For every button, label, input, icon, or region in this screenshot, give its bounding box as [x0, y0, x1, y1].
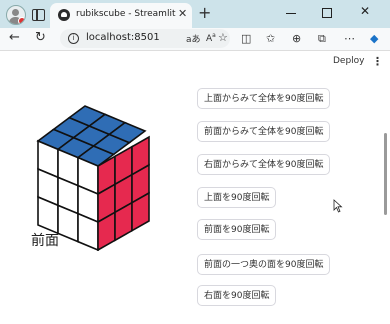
- extensions-icon[interactable]: ⊕: [292, 32, 301, 45]
- rotate-button-2[interactable]: 前面からみて全体を90度回転: [197, 121, 331, 142]
- deploy-button[interactable]: Deploy: [333, 56, 365, 66]
- refresh-icon[interactable]: ↻: [35, 30, 46, 45]
- minimize-icon[interactable]: [286, 13, 296, 14]
- rotate-button-6[interactable]: 前面の一つ奥の面を90度回転: [197, 254, 331, 275]
- copilot-icon[interactable]: ◆: [370, 32, 378, 45]
- tab-title: rubikscube - Streamlit: [76, 9, 176, 19]
- kebab-menu-icon[interactable]: ⋮: [372, 55, 383, 68]
- favorite-star-icon[interactable]: ☆: [218, 31, 228, 44]
- maximize-icon[interactable]: [322, 8, 332, 18]
- collections-icon[interactable]: ⧉: [318, 32, 326, 46]
- site-info-icon[interactable]: i: [68, 33, 79, 44]
- streamlit-app: Deploy ⋮ 前面 上面からみて全体を90度回転 前面からみて全体を90度回転…: [0, 51, 390, 324]
- rotate-button-7[interactable]: 右面を90度回転: [197, 285, 277, 306]
- rubiks-cube: [36, 105, 150, 251]
- rotate-button-5[interactable]: 前面を90度回転: [197, 219, 277, 240]
- more-icon[interactable]: ⋯: [344, 32, 355, 45]
- profile-avatar-icon[interactable]: [6, 5, 26, 25]
- rotate-button-1[interactable]: 上面からみて全体を90度回転: [197, 88, 331, 109]
- browser-tab-bar: rubikscube - Streamlit ✕ + ✕: [0, 0, 390, 28]
- read-aloud-icon[interactable]: aあ: [186, 32, 201, 45]
- new-tab-icon[interactable]: +: [198, 3, 211, 22]
- face-label: 前面: [31, 233, 59, 249]
- browser-toolbar: ← ↻ i localhost:8501 aあ Aa ☆ ◫ ✩ ⊕ ⧉ ⋯ ◆: [0, 28, 390, 51]
- text-size-icon[interactable]: Aa: [206, 32, 216, 44]
- split-screen-icon[interactable]: ◫: [241, 32, 251, 45]
- streamlit-favicon-icon: [58, 9, 70, 21]
- back-icon[interactable]: ←: [9, 30, 20, 45]
- favorites-icon[interactable]: ✩: [266, 32, 275, 45]
- browser-tab[interactable]: rubikscube - Streamlit ✕: [50, 3, 192, 28]
- address-bar[interactable]: i localhost:8501 aあ Aa ☆: [60, 29, 230, 48]
- mouse-cursor-icon: [333, 199, 343, 213]
- scrollbar-thumb[interactable]: [384, 133, 387, 215]
- url-text: localhost:8501: [86, 32, 160, 43]
- window-close-icon[interactable]: ✕: [360, 4, 370, 18]
- rotate-button-4[interactable]: 上面を90度回転: [197, 187, 277, 208]
- tab-actions-icon[interactable]: [32, 9, 45, 21]
- close-tab-icon[interactable]: ✕: [178, 7, 187, 20]
- rotate-button-3[interactable]: 右面からみて全体を90度回転: [197, 154, 331, 175]
